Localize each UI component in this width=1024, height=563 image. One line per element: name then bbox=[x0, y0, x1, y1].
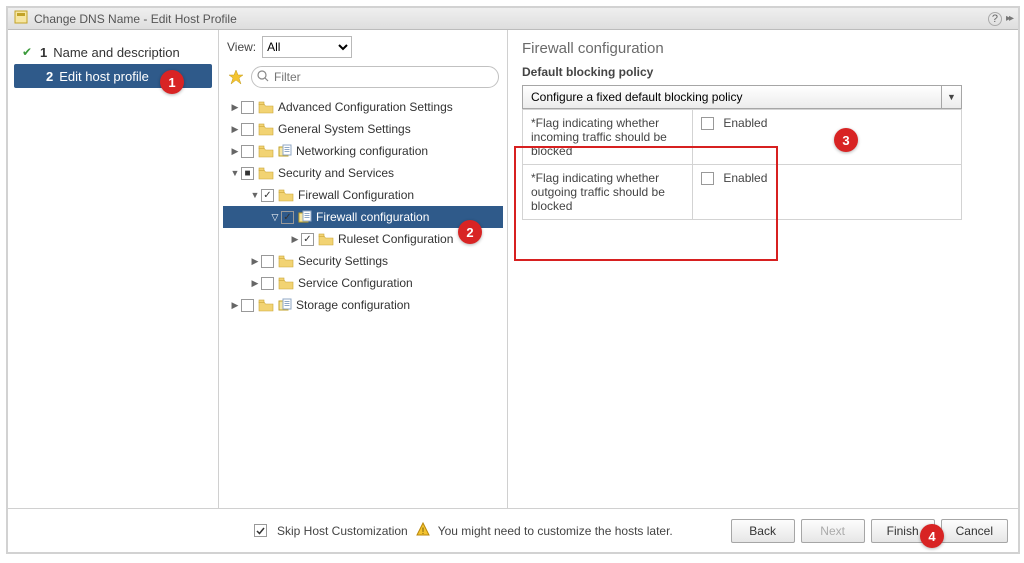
tree-item-storage-configuration[interactable]: ▶ Storage configuration bbox=[223, 294, 503, 316]
tree-checkbox[interactable] bbox=[241, 299, 254, 312]
resize-icon[interactable]: ▸▸ bbox=[1006, 13, 1012, 24]
settings-tree-panel: View: All ▶ Advanced Configuration Settin… bbox=[218, 30, 508, 508]
callout-2: 2 bbox=[458, 220, 482, 244]
folder-icon bbox=[278, 255, 294, 268]
tree-item-label: General System Settings bbox=[278, 122, 411, 136]
filter-bar bbox=[219, 64, 507, 94]
disclosure-icon[interactable]: ▶ bbox=[229, 300, 241, 311]
callout-4: 4 bbox=[920, 524, 944, 548]
disclosure-icon[interactable]: ▶ bbox=[229, 124, 241, 135]
back-button[interactable]: Back bbox=[731, 519, 795, 543]
callout-1: 1 bbox=[160, 70, 184, 94]
folder-icon bbox=[278, 277, 294, 290]
view-select[interactable]: All bbox=[262, 36, 352, 58]
disclosure-icon[interactable]: ▶ bbox=[249, 256, 261, 267]
enabled-checkbox-incoming[interactable] bbox=[701, 117, 714, 130]
blocking-policy-dropdown[interactable]: Configure a fixed default blocking polic… bbox=[522, 85, 962, 109]
search-icon bbox=[257, 70, 269, 85]
folder-icon bbox=[258, 299, 274, 312]
policy-table: *Flag indicating whether incoming traffi… bbox=[522, 109, 962, 220]
table-row: *Flag indicating whether outgoing traffi… bbox=[523, 165, 962, 220]
tree-item-label: Firewall Configuration bbox=[298, 188, 414, 202]
panel-subtitle: Default blocking policy bbox=[522, 65, 1004, 79]
window-title: Change DNS Name - Edit Host Profile bbox=[34, 12, 237, 26]
skip-customization-checkbox[interactable] bbox=[254, 524, 267, 537]
tree-checkbox[interactable]: ✓ bbox=[301, 233, 314, 246]
disclosure-icon[interactable]: ▶ bbox=[289, 234, 301, 245]
tree-item-advanced-configuration-settings[interactable]: ▶ Advanced Configuration Settings bbox=[223, 96, 503, 118]
folder-icon bbox=[258, 167, 274, 180]
tree-item-security-settings[interactable]: ▶ Security Settings bbox=[223, 250, 503, 272]
help-icon[interactable]: ? bbox=[988, 12, 1002, 26]
titlebar: Change DNS Name - Edit Host Profile ? ▸▸ bbox=[8, 8, 1018, 30]
disclosure-icon[interactable]: ▽ bbox=[269, 212, 281, 223]
tree-item-label: Advanced Configuration Settings bbox=[278, 100, 453, 114]
tree-checkbox[interactable] bbox=[261, 255, 274, 268]
folder-icon bbox=[318, 233, 334, 246]
tree-item-label: Security and Services bbox=[278, 166, 394, 180]
tree-item-general-system-settings[interactable]: ▶ General System Settings bbox=[223, 118, 503, 140]
warning-icon: ! bbox=[416, 522, 430, 539]
panel-title: Firewall configuration bbox=[522, 40, 1004, 57]
cancel-button[interactable]: Cancel bbox=[941, 519, 1008, 543]
disclosure-icon[interactable]: ▼ bbox=[229, 168, 241, 178]
details-panel: Firewall configuration Default blocking … bbox=[508, 30, 1018, 508]
tree-item-label: Firewall configuration bbox=[316, 210, 429, 224]
check-icon: ✔ bbox=[22, 45, 32, 59]
svg-text:!: ! bbox=[421, 526, 424, 536]
chevron-down-icon: ▼ bbox=[941, 86, 961, 108]
host-profile-icon bbox=[14, 10, 28, 27]
tree-checkbox[interactable]: ✓ bbox=[261, 189, 274, 202]
tree-item-label: Security Settings bbox=[298, 254, 388, 268]
settings-tree[interactable]: ▶ Advanced Configuration Settings ▶ General… bbox=[219, 94, 507, 508]
profile-overlay-icon bbox=[278, 298, 292, 312]
tree-item-label: Ruleset Configuration bbox=[338, 232, 453, 246]
folder-icon bbox=[258, 123, 274, 136]
enabled-checkbox-outgoing[interactable] bbox=[701, 172, 714, 185]
skip-customization-label: Skip Host Customization bbox=[277, 524, 408, 538]
tree-item-service-configuration[interactable]: ▶ Service Configuration bbox=[223, 272, 503, 294]
disclosure-icon[interactable]: ▶ bbox=[229, 102, 241, 113]
tree-item-label: Networking configuration bbox=[296, 144, 428, 158]
folder-icon bbox=[278, 189, 294, 202]
footer-bar: Skip Host Customization ! You might need… bbox=[8, 508, 1018, 552]
next-button: Next bbox=[801, 519, 865, 543]
tree-checkbox[interactable] bbox=[241, 123, 254, 136]
tree-checkbox[interactable] bbox=[241, 145, 254, 158]
step-name-and-description[interactable]: ✔ 1 Name and description bbox=[8, 40, 218, 64]
tree-checkbox[interactable] bbox=[241, 101, 254, 114]
profile-overlay-icon bbox=[278, 144, 292, 158]
view-label: View: bbox=[227, 40, 256, 54]
profile-overlay-icon bbox=[298, 210, 312, 224]
table-row: *Flag indicating whether incoming traffi… bbox=[523, 110, 962, 165]
view-bar: View: All bbox=[219, 30, 507, 64]
callout-3: 3 bbox=[834, 128, 858, 152]
warning-text: You might need to customize the hosts la… bbox=[438, 524, 673, 538]
filter-input[interactable] bbox=[251, 66, 499, 88]
tree-checkbox[interactable]: ✓ bbox=[281, 211, 294, 224]
folder-icon bbox=[258, 101, 274, 114]
disclosure-icon[interactable]: ▼ bbox=[249, 190, 261, 200]
tree-item-label: Storage configuration bbox=[296, 298, 410, 312]
tree-item-security-and-services[interactable]: ▼■ Security and Services bbox=[223, 162, 503, 184]
disclosure-icon[interactable]: ▶ bbox=[229, 146, 241, 157]
wizard-steps: ✔ 1 Name and description • 2 Edit host p… bbox=[8, 30, 218, 508]
favorites-icon[interactable] bbox=[227, 68, 245, 86]
tree-checkbox[interactable] bbox=[261, 277, 274, 290]
dialog-window: Change DNS Name - Edit Host Profile ? ▸▸… bbox=[6, 6, 1020, 554]
tree-item-label: Service Configuration bbox=[298, 276, 413, 290]
disclosure-icon[interactable]: ▶ bbox=[249, 278, 261, 289]
tree-checkbox[interactable]: ■ bbox=[241, 167, 254, 180]
tree-item-networking-configuration[interactable]: ▶ Networking configuration bbox=[223, 140, 503, 162]
tree-item-firewall-configuration[interactable]: ▼✓ Firewall Configuration bbox=[223, 184, 503, 206]
folder-icon bbox=[258, 145, 274, 158]
